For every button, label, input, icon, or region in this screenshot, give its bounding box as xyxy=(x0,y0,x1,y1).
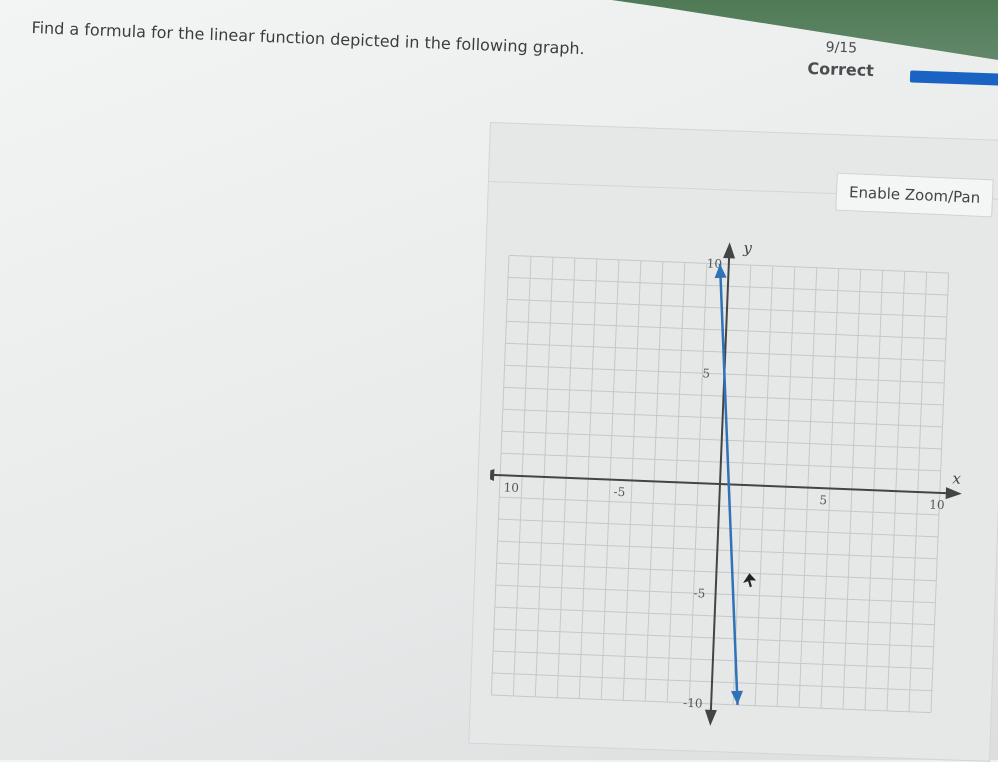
question-text: Find a formula for the linear function d… xyxy=(31,18,586,59)
enable-zoom-pan-button[interactable]: Enable Zoom/Pan xyxy=(835,172,994,218)
progress-bar xyxy=(909,70,998,86)
score-status: 9/15 Correct xyxy=(795,38,886,80)
x-tick-label: 10 xyxy=(503,480,519,495)
x-axis-label: x xyxy=(952,469,962,487)
graph-canvas[interactable]: xy 10 -55 10105-5-10 xyxy=(479,230,980,759)
background-corner xyxy=(611,0,998,60)
y-axis-arrow-down xyxy=(704,709,717,726)
y-tick-label: 5 xyxy=(702,366,710,380)
axes: xy xyxy=(479,239,962,726)
result-label: Correct xyxy=(807,58,875,81)
y-tick-label: -10 xyxy=(683,696,703,711)
y-axis-label: y xyxy=(742,239,753,257)
cursor xyxy=(743,573,757,588)
y-tick-label: -5 xyxy=(693,586,705,600)
mouse-cursor-icon xyxy=(743,573,757,588)
x-tick-label: -5 xyxy=(613,485,625,499)
line-arrow-bottom xyxy=(730,690,743,705)
x-tick-label: 5 xyxy=(819,493,827,507)
question-count: 9/15 xyxy=(825,39,858,57)
x-axis-arrow-right xyxy=(945,487,962,500)
y-axis-arrow-up xyxy=(723,242,736,259)
x-tick-label: 10 xyxy=(929,497,945,512)
